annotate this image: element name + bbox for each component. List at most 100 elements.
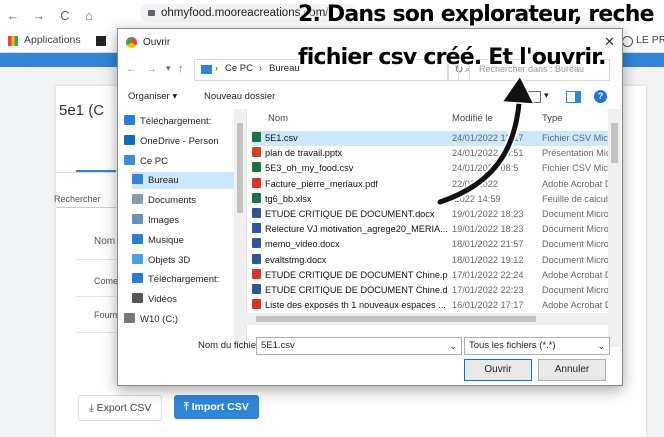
nav-item-label: Ce PC <box>140 155 168 167</box>
nav-item-label: Objets 3D <box>148 254 191 266</box>
open-button[interactable]: Ouvrir <box>464 359 532 381</box>
nav-item[interactable]: W10 (C:) <box>124 311 242 328</box>
preview-pane-icon[interactable] <box>566 91 581 103</box>
file-date: 19/01/2022 18:23 <box>452 224 524 235</box>
nav-item[interactable]: OneDrive - Person <box>124 133 242 150</box>
images-icon <box>132 214 143 224</box>
nav-item[interactable]: Objets 3D <box>132 252 246 269</box>
file-name: evaltstmg.docx <box>252 253 448 268</box>
nav-item[interactable]: Documents <box>132 192 246 209</box>
pdf-icon <box>252 177 261 188</box>
file-name-text: 5E3_oh_my_food.csv <box>265 163 354 174</box>
nav-item[interactable]: Images <box>132 212 246 229</box>
file-name-text: ETUDE CRITIQUE DE DOCUMENT.docx <box>265 209 435 219</box>
nav-item[interactable]: Téléchargement: <box>124 113 242 130</box>
file-date: 18/01/2022 21:57 <box>452 239 524 250</box>
forward-icon[interactable]: → <box>32 9 46 23</box>
file-name-text: Liste des exposés th 1 nouveaux espaces … <box>265 300 446 311</box>
forward-icon[interactable]: → <box>146 63 157 75</box>
download-icon: ⤓ <box>89 402 97 414</box>
open-file-dialog: Ouvrir ✕ ← → ▾ ↑ › Ce PC › Bureau ↻ ⌕ Re… <box>117 28 623 386</box>
nav-item[interactable]: Bureau <box>132 172 246 190</box>
new-folder-button[interactable]: Nouveau dossier <box>204 91 275 102</box>
export-csv-button[interactable]: ⤓ Export CSV <box>78 395 163 421</box>
file-row[interactable]: ETUDE CRITIQUE DE DOCUMENT Chine.p... 17/… <box>252 268 611 283</box>
chevron-down-icon[interactable]: ▾ <box>544 90 549 101</box>
file-name: memo_video.docx <box>252 237 448 252</box>
nav-scrollbar-thumb[interactable] <box>237 123 243 213</box>
file-row[interactable]: Liste des exposés th 1 nouveaux espaces … <box>252 298 611 313</box>
back-icon[interactable]: ← <box>126 63 137 75</box>
nav-item[interactable]: Vidéos <box>132 291 246 308</box>
file-name: ETUDE CRITIQUE DE DOCUMENT.docx <box>252 207 448 222</box>
cube-icon <box>132 253 143 264</box>
file-date: 17/01/2022 22:23 <box>452 285 524 295</box>
file-row[interactable]: evaltstmg.docx 18/01/2022 19:12 Document M… <box>252 253 612 268</box>
desktop-icon <box>132 174 143 185</box>
horizontal-scrollbar[interactable] <box>246 313 608 325</box>
filename-input[interactable]: 5E1.csv ⌄ <box>256 337 462 355</box>
search-label: Rechercher <box>54 194 101 204</box>
annotation-arrow <box>435 74 536 207</box>
file-date: 16/01/2022 17:17 <box>452 300 524 311</box>
file-name: Liste des exposés th 1 nouveaux espaces … <box>252 298 448 313</box>
bookmark-icon[interactable] <box>96 36 106 46</box>
file-type: Document Micros <box>542 224 612 235</box>
nav-item-label: Documents <box>148 195 197 207</box>
file-type: Feuille de calcul . <box>542 193 612 204</box>
computer-icon <box>124 154 135 165</box>
up-icon[interactable]: ↑ <box>178 63 184 75</box>
breadcrumb-ce-pc[interactable]: Ce PC <box>225 63 253 74</box>
cancel-button[interactable]: Annuler <box>538 359 606 381</box>
filename-value: 5E1.csv <box>261 340 295 351</box>
file-type-select[interactable]: Tous les fichiers (*.*) ⌄ <box>464 337 610 355</box>
file-name-text: memo_video.docx <box>265 239 340 250</box>
file-row[interactable]: ETUDE CRITIQUE DE DOCUMENT Chine.d... 17/… <box>252 283 612 298</box>
chrome-icon <box>126 37 137 48</box>
word-icon <box>252 253 261 264</box>
recent-dropdown-icon[interactable]: ▾ <box>166 63 171 74</box>
nav-item-label: Bureau <box>148 175 179 187</box>
search-underline[interactable] <box>56 207 116 208</box>
horizontal-scrollbar-thumb[interactable] <box>256 316 536 322</box>
file-name: ETUDE CRITIQUE DE DOCUMENT Chine.d... <box>252 283 448 298</box>
column-header-type[interactable]: Type <box>542 113 563 129</box>
help-icon[interactable]: ? <box>594 90 607 103</box>
dialog-toolbar: Organiser ▾ Nouveau dossier ▾ ? <box>118 87 622 107</box>
file-scrollbar-thumb[interactable] <box>611 123 618 163</box>
column-header-name[interactable]: Nom <box>268 113 288 129</box>
excel-icon <box>252 192 261 203</box>
lock-icon <box>148 10 155 16</box>
bookmark-globe-icon <box>622 36 633 47</box>
file-row[interactable]: memo_video.docx 18/01/2022 21:57 Document … <box>252 237 612 252</box>
breadcrumb-bureau[interactable]: Bureau <box>269 63 300 74</box>
cloud-icon <box>124 134 135 145</box>
reload-icon[interactable]: C <box>58 9 72 23</box>
excel-icon <box>252 132 261 142</box>
nav-item[interactable]: Musique <box>132 232 246 249</box>
file-type: Document Micros <box>542 209 612 219</box>
import-csv-button[interactable]: ⤒ Import CSV <box>174 395 259 419</box>
bookmark-le-pr[interactable]: LE PR <box>636 34 664 46</box>
nav-item[interactable]: Ce PC <box>124 153 242 170</box>
import-csv-label: Import CSV <box>191 401 249 413</box>
drive-icon <box>124 313 135 323</box>
nav-scrollbar[interactable] <box>234 109 246 347</box>
word-icon <box>252 223 261 234</box>
chevron-down-icon[interactable]: ⌄ <box>449 338 457 354</box>
home-icon[interactable]: ⌂ <box>82 9 96 23</box>
file-name-text: plan de travail.pptx <box>265 148 343 159</box>
annotation-line-2: fichier csv créé. Et l'ouvrir. <box>298 45 607 70</box>
nav-item-label: Musique <box>148 234 184 246</box>
file-name-text: ETUDE CRITIQUE DE DOCUMENT Chine.d... <box>265 285 448 295</box>
file-type: Fichier CSV Micro <box>542 133 612 143</box>
nav-item[interactable]: Téléchargement: <box>132 271 246 288</box>
chevron-icon: › <box>215 63 218 73</box>
bookmark-applications[interactable]: Applications <box>24 34 81 46</box>
file-list-scrollbar[interactable] <box>608 109 621 347</box>
back-icon[interactable]: ← <box>6 9 20 23</box>
divider <box>76 296 116 297</box>
file-name-text: tg6_bb.xlsx <box>265 193 312 204</box>
file-row[interactable]: Relecture VJ motivation_agrege20_MERIA..… <box>252 222 612 237</box>
organize-menu[interactable]: Organiser ▾ <box>128 91 177 102</box>
